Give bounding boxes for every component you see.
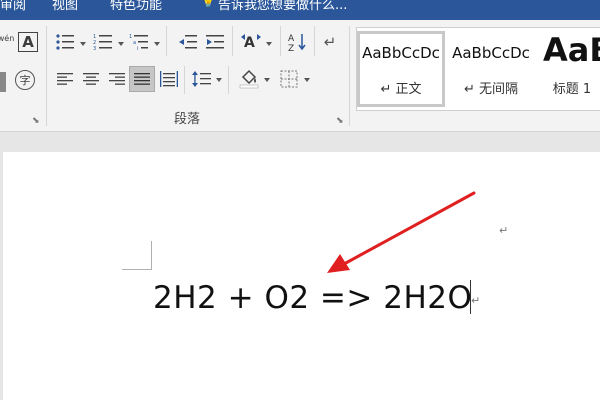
- watermark: 悟空问答: [478, 367, 568, 391]
- watermark-logo-icon: [478, 368, 500, 390]
- annotation-arrow: [327, 191, 476, 273]
- watermark-text: 悟空问答: [504, 371, 569, 390]
